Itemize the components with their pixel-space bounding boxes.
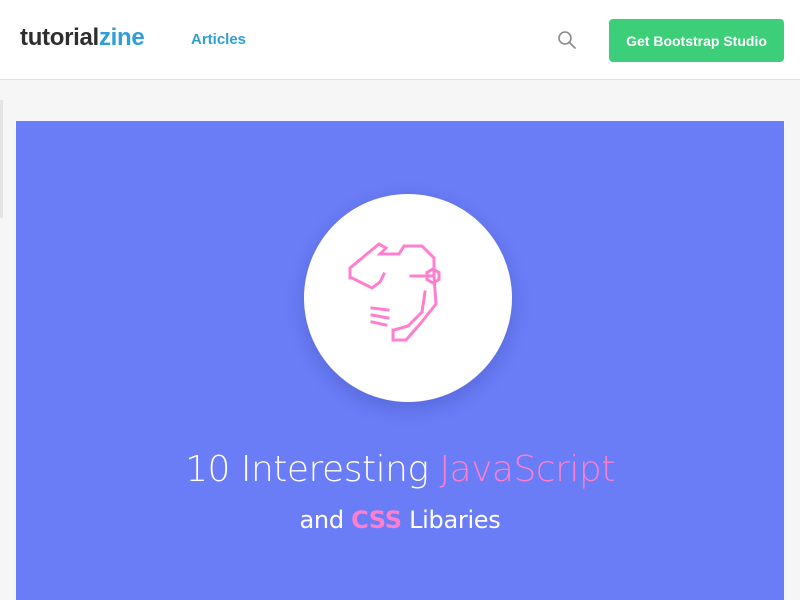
logo-text-accent: zine — [98, 24, 145, 51]
logo-text-primary: tutorial — [20, 24, 99, 51]
hero-illustration-circle — [304, 194, 512, 402]
get-bootstrap-studio-button[interactable]: Get Bootstrap Studio — [609, 19, 784, 62]
hero-title-highlight: JavaScript — [439, 449, 615, 490]
hero-banner: 10 Interesting JavaScript and CSS Libari… — [16, 121, 784, 600]
search-button[interactable] — [557, 30, 577, 50]
site-header: tutorialzine Articles Get Bootstrap Stud… — [0, 0, 800, 80]
hero-subtitle-suffix: Libaries — [401, 506, 501, 534]
nav-articles-link[interactable]: Articles — [191, 31, 246, 48]
code-robot-icon — [348, 242, 441, 342]
search-icon — [558, 31, 576, 49]
hero-title: 10 Interesting JavaScript — [16, 449, 784, 490]
side-panel-edge — [0, 100, 3, 218]
site-logo[interactable]: tutorialzine — [20, 24, 145, 52]
hero-subtitle: and CSS Libaries — [16, 506, 784, 534]
hero-title-prefix: 10 Interesting — [185, 449, 440, 490]
hero-subtitle-prefix: and — [299, 506, 352, 534]
hero-subtitle-highlight: CSS — [351, 506, 402, 534]
